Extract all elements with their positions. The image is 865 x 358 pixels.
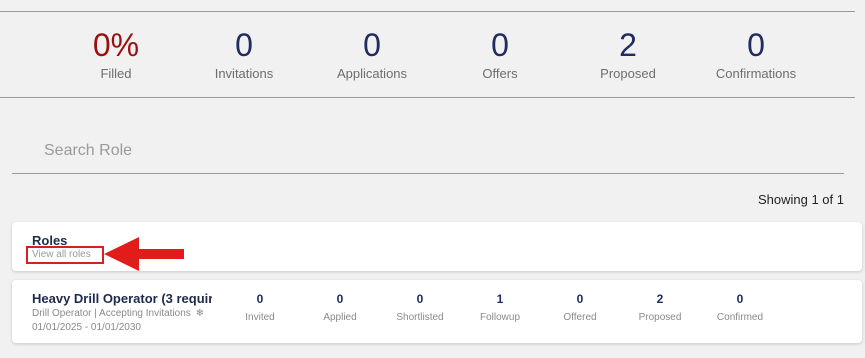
arrow-left-icon — [104, 237, 184, 271]
stat-label: Applications — [336, 66, 408, 81]
role-stat-label: Applied — [323, 312, 357, 323]
role-stat-label: Shortlisted — [396, 312, 444, 323]
role-stat-label: Proposed — [638, 312, 682, 323]
role-stat-label: Offered — [563, 312, 597, 323]
role-subtitle-text: Drill Operator | Accepting Invitations — [32, 308, 191, 319]
role-stat-value: 0 — [256, 292, 264, 306]
role-stat-value: 0 — [736, 292, 744, 306]
stat-value: 0 — [363, 27, 381, 63]
stat-value: 0 — [491, 27, 509, 63]
role-stat-value: 1 — [496, 292, 504, 306]
role-stat-label: Followup — [479, 312, 521, 323]
role-subtitle: Drill Operator | Accepting Invitations ❄ — [32, 308, 204, 319]
view-all-roles-link[interactable]: View all roles — [26, 246, 104, 264]
role-stat-followup: 1 Followup — [460, 292, 540, 323]
role-dates: 01/01/2025 - 01/01/2030 — [32, 322, 141, 333]
role-stat-value: 0 — [576, 292, 584, 306]
stat-proposed: 2 Proposed — [563, 26, 693, 81]
role-stat-proposed: 2 Proposed — [620, 292, 700, 323]
role-stat-value: 2 — [656, 292, 664, 306]
role-stat-value: 0 — [416, 292, 424, 306]
search-container — [12, 128, 844, 174]
stat-invitations: 0 Invitations — [179, 26, 309, 81]
stat-value: 2 — [619, 27, 637, 63]
role-stat-applied: 0 Applied — [300, 292, 380, 323]
role-stat-confirmed: 0 Confirmed — [700, 292, 780, 323]
stats-divider — [0, 97, 855, 98]
gear-icon: ❄ — [195, 308, 204, 319]
stat-value: 0 — [235, 27, 253, 63]
results-count: Showing 1 of 1 — [757, 192, 844, 207]
stat-label: Invitations — [214, 66, 274, 81]
role-row[interactable]: Heavy Drill Operator (3 required) Drill … — [12, 280, 862, 343]
search-input[interactable] — [12, 128, 844, 173]
stat-value: 0 — [747, 27, 765, 63]
stat-confirmations: 0 Confirmations — [691, 26, 821, 81]
top-divider — [0, 11, 855, 12]
role-stat-shortlisted: 0 Shortlisted — [380, 292, 460, 323]
role-title[interactable]: Heavy Drill Operator (3 required) — [32, 291, 212, 306]
role-stat-value: 0 — [336, 292, 344, 306]
stat-applications: 0 Applications — [307, 26, 437, 81]
role-stat-label: Invited — [245, 312, 275, 323]
stat-label: Proposed — [600, 66, 656, 81]
stat-offers: 0 Offers — [435, 26, 565, 81]
role-stat-offered: 0 Offered — [540, 292, 620, 323]
stat-value: 0% — [92, 27, 140, 63]
stat-label: Confirmations — [715, 66, 797, 81]
stat-label: Offers — [482, 66, 518, 81]
stat-label: Filled — [100, 66, 132, 81]
stat-filled: 0% Filled — [51, 26, 181, 81]
role-stat-label: Confirmed — [716, 312, 764, 323]
role-stat-invited: 0 Invited — [220, 292, 300, 323]
